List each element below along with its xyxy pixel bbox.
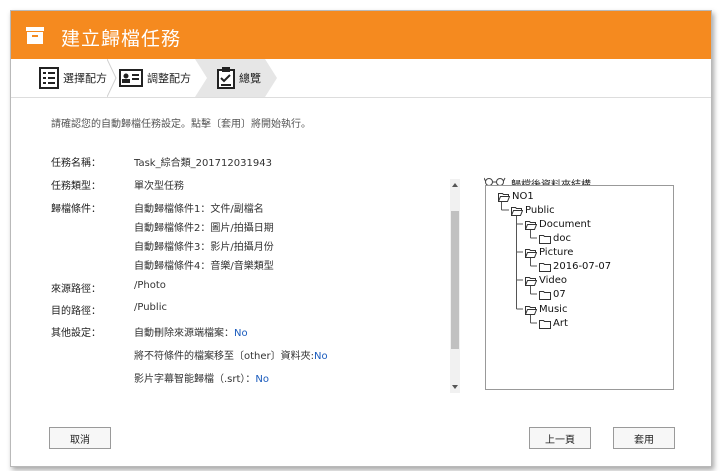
other-setting-value: No: [314, 351, 328, 362]
tree-node-label: Picture: [539, 247, 574, 258]
tree-connector-lines: [499, 198, 537, 324]
folder-icon: [539, 262, 551, 272]
scroll-thumb[interactable]: [451, 211, 459, 349]
step-adjust-recipe[interactable]: 調整配方: [119, 59, 191, 97]
step-label: 總覽: [239, 72, 261, 85]
step-overview[interactable]: 總覽: [217, 59, 261, 97]
checklist-icon: [217, 67, 235, 89]
other-settings-label: 其他設定：: [51, 328, 101, 339]
condition-item: 自動歸檔條件4：音樂/音樂類型: [134, 261, 274, 272]
scroll-up-icon[interactable]: [451, 181, 459, 189]
open-folder-icon: [525, 248, 537, 258]
open-folder-icon: [498, 192, 510, 202]
tree-node-no1[interactable]: NO1: [498, 191, 534, 202]
tree-node-document[interactable]: Document: [525, 219, 591, 230]
tree-node-picture[interactable]: Picture: [525, 247, 573, 258]
id-card-icon: [119, 69, 143, 87]
step-label: 調整配方: [147, 72, 191, 85]
scroll-down-icon[interactable]: [451, 383, 459, 391]
tree-node-doc[interactable]: doc: [539, 233, 571, 244]
wizard-steps: 選擇配方 調整配方 總覽: [11, 59, 711, 98]
archive-box-icon: [26, 27, 44, 44]
source-path-value: /Photo: [134, 280, 166, 291]
open-folder-icon: [525, 276, 537, 286]
apply-button[interactable]: 套用: [613, 427, 675, 449]
tree-node-label: Music: [539, 304, 568, 315]
list-document-icon: [39, 67, 59, 89]
open-folder-icon: [511, 206, 523, 216]
task-type-label: 任務類型：: [51, 181, 101, 192]
other-setting-text: 自動刪除來源端檔案：: [134, 328, 234, 339]
tree-node-music[interactable]: Music: [525, 304, 567, 315]
task-name-value: Task_綜合類_201712031943: [134, 158, 272, 169]
intro-text: 請確認您的自動歸檔任務設定。點擊〔套用〕將開始執行。: [51, 119, 311, 130]
chevron-separator-icon: [107, 59, 117, 97]
tree-node-art[interactable]: Art: [539, 318, 568, 329]
dest-path-value: /Public: [134, 302, 167, 313]
tree-node-label: 07: [553, 289, 566, 300]
step-select-recipe[interactable]: 選擇配方: [39, 59, 107, 97]
other-setting-text: 影片字幕智能歸檔（.srt）：: [134, 374, 256, 385]
tree-node-label: 2016-07-07: [553, 261, 612, 272]
folder-icon: [539, 319, 551, 329]
tree-node-label: NO1: [512, 191, 534, 202]
tree-node-label: Public: [525, 205, 555, 216]
other-setting-item: 影片字幕智能歸檔（.srt）：No: [134, 370, 269, 385]
tree-node-label: Art: [553, 318, 568, 329]
dialog-title: 建立歸檔任務: [61, 28, 182, 50]
open-folder-icon: [525, 305, 537, 315]
task-type-value: 單次型任務: [134, 181, 184, 192]
conditions-label: 歸檔條件：: [51, 204, 101, 215]
source-path-label: 來源路徑：: [51, 284, 101, 295]
cancel-button[interactable]: 取消: [49, 427, 111, 449]
folder-icon: [539, 234, 551, 244]
other-setting-value: No: [234, 328, 248, 339]
tree-node-public[interactable]: Public: [511, 205, 555, 216]
tree-node-2016-07-07[interactable]: 2016-07-07: [539, 261, 611, 272]
other-setting-value: No: [255, 374, 270, 385]
task-name-label: 任務名稱：: [51, 158, 101, 169]
back-button[interactable]: 上一頁: [529, 427, 591, 449]
tree-node-video[interactable]: Video: [525, 275, 567, 286]
archive-task-dialog: 建立歸檔任務 選擇配方 調整配方 總覽 請確認您的自動歸檔任務設定。點擊〔套用〕…: [10, 10, 712, 467]
tree-node-07[interactable]: 07: [539, 289, 566, 300]
condition-item: 自動歸檔條件1：文件/副檔名: [134, 204, 264, 215]
tree-node-label: Document: [539, 219, 591, 230]
step-label: 選擇配方: [63, 72, 107, 85]
other-setting-item: 將不符條件的檔案移至〔other〕資料夾:No: [134, 347, 328, 362]
folder-icon: [539, 290, 551, 300]
folder-tree: NO1 Public Document doc Picture 2016-07-…: [485, 185, 674, 390]
tree-node-label: Video: [539, 275, 568, 286]
tree-node-label: doc: [553, 233, 571, 244]
condition-item: 自動歸檔條件2：圖片/拍攝日期: [134, 223, 274, 234]
other-setting-item: 自動刪除來源端檔案：No: [134, 324, 248, 339]
title-bar: 建立歸檔任務: [11, 11, 711, 59]
condition-item: 自動歸檔條件3：影片/拍攝月份: [134, 242, 274, 253]
other-setting-text: 將不符條件的檔案移至〔other〕資料夾:: [134, 351, 315, 362]
dest-path-label: 目的路徑：: [51, 306, 101, 317]
open-folder-icon: [525, 220, 537, 230]
